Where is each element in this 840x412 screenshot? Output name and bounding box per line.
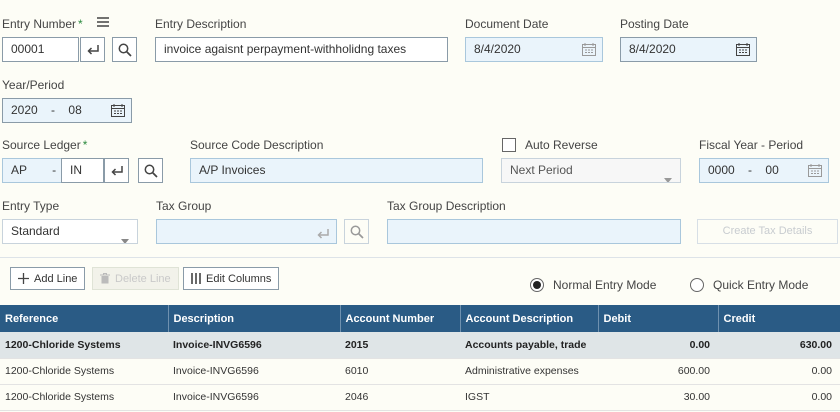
search-icon [350,225,364,239]
return-icon [110,165,123,176]
cell-reference[interactable]: 1200-Chloride Systems [0,384,168,411]
tax-group-input[interactable] [156,219,337,244]
cell-credit[interactable]: 0.00 [718,384,840,411]
year-period-label: Year/Period [2,78,65,92]
quick-entry-mode-option[interactable]: Quick Entry Mode [690,278,808,292]
cell-account-number[interactable]: 6010 [340,358,460,385]
cell-debit[interactable]: 600.00 [598,358,718,385]
cell-account-number[interactable]: 2046 [340,384,460,411]
trash-icon [100,273,110,284]
cell-credit[interactable]: 630.00 [718,332,840,359]
normal-entry-mode-option[interactable]: Normal Entry Mode [530,278,656,292]
posting-date-label: Posting Date [620,17,689,31]
column-header-credit[interactable]: Credit [718,305,840,332]
search-icon [118,43,132,57]
tax-group-description-field [387,219,681,244]
column-header-debit[interactable]: Debit [598,305,719,332]
source-ledger-search-button[interactable] [138,158,163,183]
entry-number-label: Entry Number * [2,17,83,31]
edit-columns-button[interactable]: Edit Columns [183,267,280,290]
entry-number-search-button[interactable] [112,37,137,62]
cell-debit[interactable]: 0.00 [598,332,718,359]
table-row[interactable]: 1200-Chloride Systems Invoice-INVG6596 2… [0,332,840,359]
cell-credit[interactable]: 0.00 [718,358,840,385]
auto-reverse-checkbox[interactable] [502,138,516,152]
posting-date-input[interactable]: 8/4/2020 [620,37,757,62]
section-divider [0,257,840,258]
menu-icon[interactable] [97,16,109,31]
fiscal-year-period-label: Fiscal Year - Period [699,138,804,152]
cell-description[interactable]: Invoice-INVG6596 [168,358,340,385]
normal-entry-mode-radio[interactable] [530,278,544,292]
calendar-icon[interactable] [578,38,600,61]
source-type-input[interactable]: IN [61,158,104,183]
table-row[interactable]: 1200-Chloride Systems Invoice-INVG6596 6… [0,358,840,385]
tax-group-search-button[interactable] [344,219,369,244]
table-row[interactable]: 1200-Chloride Systems Invoice-INVG6596 2… [0,384,840,411]
return-icon[interactable] [316,225,330,243]
entry-number-input[interactable]: 00001 [2,37,79,62]
entry-description-label: Entry Description [155,17,247,31]
cell-description[interactable]: Invoice-INVG6596 [168,332,340,359]
chevron-down-icon [664,168,672,182]
column-header-reference[interactable]: Reference [0,305,169,332]
entry-number-finder-button[interactable] [80,37,105,62]
chevron-down-icon [121,229,129,243]
source-code-description-label: Source Code Description [190,138,324,152]
column-header-description[interactable]: Description [168,305,341,332]
tax-group-description-label: Tax Group Description [387,199,506,213]
calendar-icon[interactable] [732,38,754,61]
cell-reference[interactable]: 1200-Chloride Systems [0,332,168,359]
document-date-label: Document Date [465,17,549,31]
entry-description-input[interactable]: invoice agaisnt perpayment-withholidng t… [155,37,448,62]
quick-entry-mode-radio[interactable] [690,278,704,292]
source-ledger-label: Source Ledger * [2,138,88,152]
entry-type-select[interactable]: Standard [2,219,138,244]
column-header-account-description[interactable]: Account Description [460,305,599,332]
source-ledger-finder-button[interactable] [104,158,129,183]
create-tax-details-button[interactable]: Create Tax Details [697,219,838,244]
document-date-input[interactable]: 8/4/2020 [465,37,603,62]
plus-icon [18,273,29,284]
return-icon [86,44,99,55]
cell-account-number[interactable]: 2015 [340,332,460,359]
cell-account-description[interactable]: Administrative expenses [460,358,598,385]
fiscal-year-period-field: 0000 - 00 [699,158,829,183]
cell-debit[interactable]: 30.00 [598,384,718,411]
search-icon [144,164,158,178]
auto-reverse-period-select[interactable]: Next Period [501,158,681,183]
cell-reference[interactable]: 1200-Chloride Systems [0,358,168,385]
delete-line-button[interactable]: Delete Line [92,267,179,290]
source-ledger-input[interactable]: AP - [2,158,62,183]
add-line-button[interactable]: Add Line [10,267,86,290]
journal-lines-table: Reference Description Account Number Acc… [0,305,840,411]
calendar-icon [804,159,826,182]
tax-group-label: Tax Group [156,199,212,213]
columns-icon [191,273,201,284]
cell-account-description[interactable]: IGST [460,384,598,411]
cell-description[interactable]: Invoice-INVG6596 [168,384,340,411]
entry-type-label: Entry Type [2,199,60,213]
auto-reverse-label: Auto Reverse [525,138,598,152]
cell-account-description[interactable]: Accounts payable, trade [460,332,598,359]
table-header-row: Reference Description Account Number Acc… [0,305,840,332]
column-header-account-number[interactable]: Account Number [340,305,461,332]
calendar-icon[interactable] [107,99,129,122]
source-code-description-field: A/P Invoices [190,158,483,183]
year-period-input[interactable]: 2020 - 08 [2,98,132,123]
